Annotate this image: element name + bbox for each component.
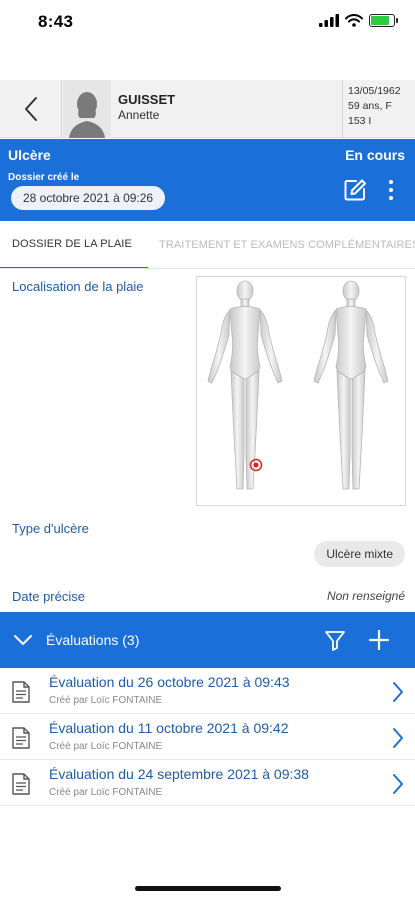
precise-date-label: Date précise [12, 589, 85, 604]
ulcer-type-value: Ulcère mixte [314, 541, 405, 567]
chevron-left-icon [24, 97, 37, 121]
plus-icon [368, 629, 390, 651]
document-icon [12, 773, 30, 795]
created-label: Dossier créé le [8, 172, 80, 183]
patient-birth-date: 13/05/1962 [348, 85, 401, 97]
body-diagram [207, 280, 389, 490]
evaluation-author: Créé par Loïc FONTAINE [49, 741, 163, 752]
home-indicator [135, 886, 281, 891]
evaluation-title: Évaluation du 24 septembre 2021 à 09:38 [49, 766, 309, 782]
chevron-right-icon [393, 682, 403, 702]
ulcer-type-label: Type d'ulcère [12, 521, 89, 536]
filter-icon [325, 631, 345, 651]
edit-icon [344, 179, 366, 201]
patient-first-name: Annette [118, 108, 160, 122]
patient-last-name: GUISSET [118, 92, 176, 107]
created-date-pill: 28 octobre 2021 à 09:26 [11, 186, 166, 210]
person-silhouette-icon [69, 92, 105, 138]
status-bar: 8:43 [0, 0, 415, 46]
body-map[interactable] [196, 276, 406, 506]
tab-bar: DOSSIER DE LA PLAIE TRAITEMENT ET EXAMEN… [0, 221, 415, 269]
document-icon [12, 727, 30, 749]
evaluation-item[interactable]: Évaluation du 24 septembre 2021 à 09:38 … [0, 760, 415, 806]
document-icon [12, 681, 30, 703]
tab-traitement-examens[interactable]: TRAITEMENT ET EXAMENS COMPLÉMENTAIRES [159, 221, 415, 268]
chevron-down-icon [14, 635, 32, 645]
more-options-button[interactable] [384, 178, 398, 202]
patient-age-sex: 59 ans, F [348, 100, 392, 112]
case-title: Ulcère [8, 147, 51, 163]
patient-id: 153 I [348, 115, 372, 127]
evaluation-title: Évaluation du 11 octobre 2021 à 09:42 [49, 720, 289, 736]
avatar [63, 80, 111, 138]
chevron-right-icon [393, 774, 403, 794]
app-screen: 8:43 GUISSET Annette 13/05/1962 59 ans, … [0, 0, 415, 900]
back-button[interactable] [0, 80, 62, 138]
evaluation-author: Créé par Loïc FONTAINE [49, 695, 163, 706]
evaluations-header: Évaluations (3) [0, 612, 415, 668]
tab-dossier-plaie[interactable]: DOSSIER DE LA PLAIE [0, 221, 148, 268]
status-icons [319, 14, 398, 27]
evaluations-toggle[interactable] [12, 629, 34, 651]
status-time: 8:43 [38, 12, 74, 31]
evaluation-item[interactable]: Évaluation du 11 octobre 2021 à 09:42 Cr… [0, 714, 415, 760]
evaluation-item[interactable]: Évaluation du 26 octobre 2021 à 09:43 Cr… [0, 668, 415, 714]
case-status: En cours [345, 147, 405, 163]
edit-button[interactable] [343, 178, 367, 202]
more-vertical-icon [389, 180, 393, 184]
filter-button[interactable] [323, 628, 347, 652]
wound-location-label: Localisation de la plaie [12, 279, 144, 294]
chevron-right-icon [393, 728, 403, 748]
body-back [313, 280, 389, 490]
patient-meta: 13/05/1962 59 ans, F 153 I [342, 80, 415, 138]
battery-icon [369, 14, 398, 27]
signal-icon [319, 14, 339, 27]
evaluations-title: Évaluations (3) [46, 632, 140, 648]
evaluation-title: Évaluation du 26 octobre 2021 à 09:43 [49, 674, 290, 690]
body-front [207, 280, 283, 490]
precise-date-value: Non renseigné [326, 589, 405, 603]
evaluation-author: Créé par Loïc FONTAINE [49, 787, 163, 798]
patient-name: GUISSET Annette [118, 92, 175, 122]
add-evaluation-button[interactable] [367, 628, 391, 652]
patient-header: GUISSET Annette 13/05/1962 59 ans, F 153… [0, 80, 415, 138]
wifi-icon [345, 14, 363, 27]
